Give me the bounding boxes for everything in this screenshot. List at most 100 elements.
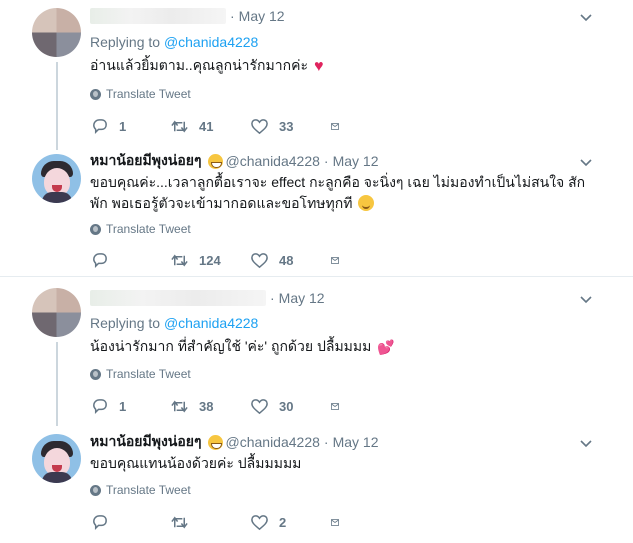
like-button[interactable]: 33 xyxy=(250,117,330,136)
chevron-down-icon[interactable] xyxy=(579,155,593,169)
like-count: 2 xyxy=(279,514,287,530)
like-count: 33 xyxy=(279,118,294,134)
tweet-date[interactable]: May 12 xyxy=(333,434,379,450)
tweet[interactable]: · May 12 Replying to @chanida4228 น้องน่… xyxy=(0,286,633,426)
direct-message-button[interactable] xyxy=(330,397,350,416)
retweet-icon xyxy=(171,399,188,413)
globe-icon xyxy=(90,223,101,235)
tweet-header: หมาน้อยมีพุงน่อยๆ @chanida4228 · May 12 xyxy=(90,151,379,171)
direct-message-button[interactable] xyxy=(330,251,350,270)
translate-tweet-link[interactable]: Translate Tweet xyxy=(90,483,191,497)
reply-button[interactable]: 1 xyxy=(90,397,170,416)
avatar[interactable] xyxy=(32,154,81,203)
envelope-icon xyxy=(331,518,339,526)
tweet-text: อ่านแล้วยิ้มตาม..คุณลูกน่ารักมากค่ะ ♥ xyxy=(90,55,600,77)
replying-handle-link[interactable]: @chanida4228 xyxy=(164,315,258,331)
retweet-icon xyxy=(171,253,188,267)
retweet-button[interactable]: 124 xyxy=(170,251,250,270)
reply-button[interactable]: 1 xyxy=(90,117,170,136)
globe-icon xyxy=(90,484,101,496)
avatar[interactable] xyxy=(32,288,81,337)
tweet-date[interactable]: May 12 xyxy=(279,290,325,306)
user-handle[interactable]: @chanida4228 xyxy=(226,153,320,169)
reply-count: 1 xyxy=(119,398,127,414)
envelope-icon xyxy=(331,402,339,410)
replying-to: Replying to @chanida4228 xyxy=(90,315,258,331)
user-handle[interactable]: @chanida4228 xyxy=(226,434,320,450)
tweet-text: ขอบคุณแทนน้องด้วยค่ะ ปลื้มมมมม xyxy=(90,453,600,474)
tweet-date[interactable]: May 12 xyxy=(239,8,285,24)
translate-tweet-link[interactable]: Translate Tweet xyxy=(90,367,191,381)
tweet-body: ขอบคุณแทนน้องด้วยค่ะ ปลื้มมมมม xyxy=(90,455,302,471)
tweet-text: ขอบคุณค่ะ...เวลาลูกตื้อเราจะ effect กะลู… xyxy=(90,172,600,214)
replying-label: Replying to xyxy=(90,34,161,50)
globe-icon xyxy=(90,88,101,100)
translate-tweet-link[interactable]: Translate Tweet xyxy=(90,222,191,236)
tweet-actions: 1 38 30 xyxy=(90,396,370,416)
grinning-emoji-icon xyxy=(207,153,223,169)
avatar-body xyxy=(42,472,72,483)
avatar[interactable] xyxy=(32,434,81,483)
tweet-header: · May 12 xyxy=(90,6,285,26)
heart-icon xyxy=(251,118,268,134)
heart-icon xyxy=(251,398,268,414)
retweet-button[interactable] xyxy=(170,513,250,532)
like-button[interactable]: 30 xyxy=(250,397,330,416)
tweet-text: น้องน่ารักมาก ที่สำคัญใช้ 'ค่ะ' ถูกด้วย … xyxy=(90,336,600,358)
tweet-actions: 1 41 33 xyxy=(90,116,370,136)
retweet-button[interactable]: 38 xyxy=(170,397,250,416)
translate-label: Translate Tweet xyxy=(106,222,191,236)
replying-handle-link[interactable]: @chanida4228 xyxy=(164,34,258,50)
retweet-icon xyxy=(171,515,188,529)
envelope-icon xyxy=(331,256,339,264)
reply-button[interactable] xyxy=(90,251,170,270)
direct-message-button[interactable] xyxy=(330,117,350,136)
like-count: 30 xyxy=(279,398,294,414)
separator-dot: · xyxy=(323,434,329,450)
like-count: 48 xyxy=(279,252,294,268)
tweet-actions: 124 48 xyxy=(90,250,370,270)
chevron-down-icon[interactable] xyxy=(579,436,593,450)
replying-to: Replying to @chanida4228 xyxy=(90,34,258,50)
retweet-count: 124 xyxy=(199,252,221,268)
translate-tweet-link[interactable]: Translate Tweet xyxy=(90,87,191,101)
blurred-username[interactable] xyxy=(90,8,226,24)
tweet[interactable]: หมาน้อยมีพุงน่อยๆ @chanida4228 · May 12 … xyxy=(0,150,633,276)
like-button[interactable]: 48 xyxy=(250,251,330,270)
reply-icon xyxy=(93,118,107,134)
heart-icon xyxy=(251,514,268,530)
retweet-count: 38 xyxy=(199,398,214,414)
avatar-body xyxy=(42,192,72,203)
separator-dot: · xyxy=(323,153,329,169)
direct-message-button[interactable] xyxy=(330,513,350,532)
like-button[interactable]: 2 xyxy=(250,513,330,532)
tweet-date[interactable]: May 12 xyxy=(333,153,379,169)
thread-connector xyxy=(56,342,58,426)
display-name[interactable]: หมาน้อยมีพุงน่อยๆ xyxy=(90,150,202,172)
smiling-face-emoji-icon xyxy=(358,195,375,211)
retweet-button[interactable]: 41 xyxy=(170,117,250,136)
avatar[interactable] xyxy=(32,8,81,57)
chevron-down-icon[interactable] xyxy=(579,10,593,24)
reply-button[interactable] xyxy=(90,513,170,532)
grinning-emoji-icon xyxy=(207,434,223,450)
thread-connector xyxy=(56,62,58,150)
reply-icon xyxy=(93,398,107,414)
reply-icon xyxy=(93,514,107,530)
translate-label: Translate Tweet xyxy=(106,367,191,381)
chevron-down-icon[interactable] xyxy=(579,292,593,306)
globe-icon xyxy=(90,368,101,380)
retweet-count: 41 xyxy=(199,118,214,134)
tweet[interactable]: · May 12 Replying to @chanida4228 อ่านแล… xyxy=(0,0,633,150)
blurred-username[interactable] xyxy=(90,290,266,306)
two-hearts-emoji-icon: 💕 xyxy=(377,339,395,355)
conversation-divider xyxy=(0,276,633,286)
envelope-icon xyxy=(331,122,339,130)
tweet-header: · May 12 xyxy=(90,288,325,308)
tweet-body: น้องน่ารักมาก ที่สำคัญใช้ 'ค่ะ' ถูกด้วย … xyxy=(90,338,372,354)
translate-label: Translate Tweet xyxy=(106,483,191,497)
reply-icon xyxy=(93,252,107,268)
display-name[interactable]: หมาน้อยมีพุงน่อยๆ xyxy=(90,431,202,453)
tweet[interactable]: หมาน้อยมีพุงน่อยๆ @chanida4228 · May 12 … xyxy=(0,426,633,543)
red-heart-emoji-icon: ♥ xyxy=(313,58,324,75)
